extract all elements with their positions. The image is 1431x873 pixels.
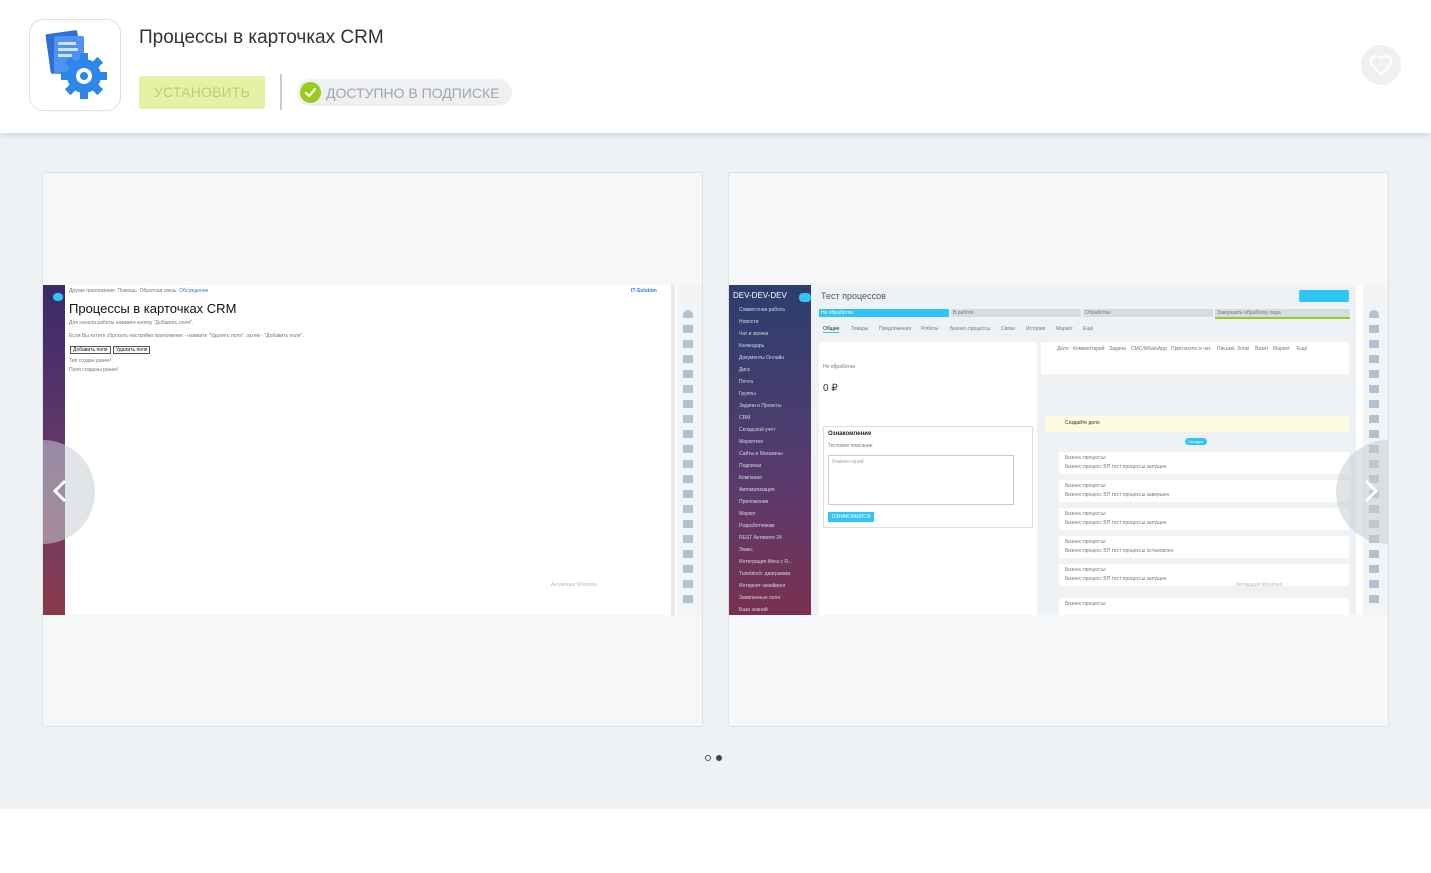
feed-item: Бизнес-процессы Бизнес-процесс БП тест пр… [1059,452,1349,474]
delete-fields-button: Удалить поля [113,346,151,354]
collapse-icon [53,293,63,301]
subscription-label: ДОСТУПНО В ПОДПИСКЕ [326,84,500,101]
feed-item: Бизнес-процессы Бизнес-процесс БП тест пр… [1059,564,1349,586]
screenshot-crm-card: DEV-DEV-DEV Совместная работа Новости Ча… [729,285,1388,615]
stage-1: Не обработан [819,309,949,317]
stage-4: Завершить обработку лида [1215,309,1350,319]
collapse-icon [799,293,811,302]
lead-amount: 0 ₽ [823,383,838,394]
settings-note-1: Тип создан ранее! [69,358,112,364]
timeline: Дело Комментарий Задача СМС/WhatsApp При… [1041,342,1349,615]
topbar-links: Другие приложения Помощь Обратная связь … [69,288,209,294]
chevron-left-icon [52,479,67,503]
timeline-tabs: Дело Комментарий Задача СМС/WhatsApp При… [1041,342,1349,374]
app-icon [29,19,121,111]
settings-line-2: Если Вы хотите сбросить настройки прилож… [69,333,304,339]
process-card: Ознакомление Тестовое описание Комментар… [823,426,1033,528]
screenshot-app-settings: Другие приложения Помощь Обратная связь … [43,285,702,615]
process-card-desc: Тестовое описание [828,443,873,449]
feed-item: Бизнес-процессы Бизнес-процесс БП тест пр… [1059,536,1349,558]
heart-icon [1369,54,1393,76]
document-gear-icon [45,30,107,99]
feed-item: Бизнес-процессы Бизнес-процесс БП тест пр… [1059,480,1349,502]
process-card-title: Ознакомление [828,431,872,437]
settings-heading: Процессы в карточках CRM [69,301,237,316]
settings-note-2: Поля созданы ранее! [69,367,119,373]
create-task-banner: Создайте дело [1045,416,1349,432]
app-title: Процессы в карточках CRM [139,27,384,48]
stage-2: В работе [951,309,1081,317]
chevron-right-icon [1364,479,1379,503]
pagination-dot-2[interactable] [716,755,722,761]
acknowledge-button: ОЗНАКОМИЛСЯ [828,512,874,522]
gallery-slide-2[interactable]: DEV-DEV-DEV Совместная работа Новости Ча… [728,172,1389,727]
rail-avatars [683,310,693,610]
company-button [1299,290,1349,302]
crm-card-title: Тест процессов [821,291,886,301]
feed-item: Бизнес-процессы [1059,598,1349,615]
subscription-badge: ДОСТУПНО В ПОДПИСКЕ [297,79,512,106]
screenshot-gallery: Другие приложения Помощь Обратная связь … [0,133,1431,809]
brand-logo: IT-Solution [631,288,657,294]
header-divider [280,74,282,110]
app-header: Процессы в карточках CRM УСТАНОВИТЬ ДОСТ… [0,0,1431,133]
settings-line-1: Для начала работы нажмите кнопку "Добави… [69,320,194,326]
favorite-button[interactable] [1361,45,1401,85]
lead-stage: Не обработан [823,364,856,370]
add-fields-button: Добавить поля [70,346,111,354]
pagination-dot-1[interactable] [705,755,711,761]
windows-watermark: Активация Windows [1236,582,1283,588]
gallery-pagination [705,755,722,761]
scrollbar [671,285,675,615]
check-icon [300,82,321,103]
today-pill: Сегодня [1185,438,1207,445]
stage-3: Обработан [1083,309,1213,317]
windows-watermark: Активация Windows [551,582,598,588]
gallery-slide-1[interactable]: Другие приложения Помощь Обратная связь … [42,172,703,727]
left-column: Не обработан 0 ₽ Ознакомление Тестовое о… [819,342,1037,615]
portal-brand: DEV-DEV-DEV [733,291,787,300]
comment-field: Комментарий [828,455,1014,505]
install-button[interactable]: УСТАНОВИТЬ [139,76,265,109]
feed-item: Бизнес-процессы Бизнес-процесс БП тест пр… [1059,508,1349,530]
